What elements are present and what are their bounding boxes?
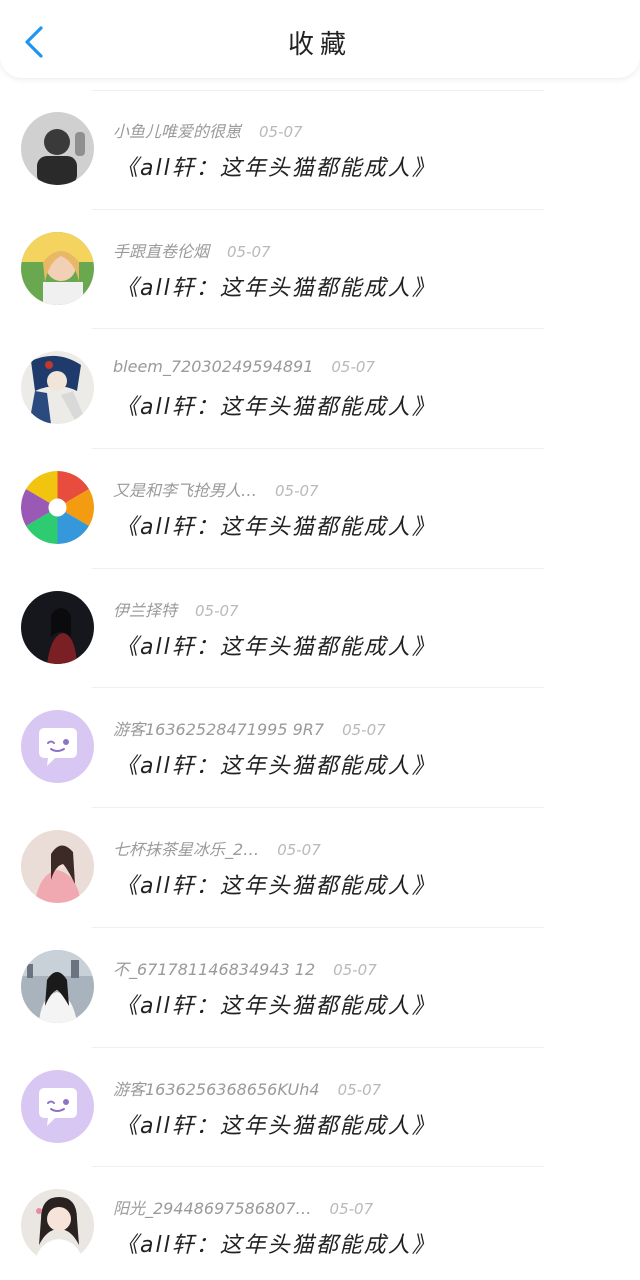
book-title[interactable]: 《all轩：这年头猫都能成人》	[116, 389, 436, 421]
book-title[interactable]: 《all轩：这年头猫都能成人》	[116, 1227, 436, 1259]
timestamp: 05-07	[195, 601, 239, 620]
username: 游客16362528471995 9R7	[113, 720, 325, 740]
book-title[interactable]: 《all轩：这年头猫都能成人》	[116, 270, 436, 302]
book-title[interactable]: 《all轩：这年头猫都能成人》	[116, 748, 436, 780]
timestamp: 05-07	[227, 242, 271, 261]
timestamp: 05-07	[259, 123, 303, 141]
item-meta: 又是和李飞抢男人… 05-07	[113, 477, 319, 501]
list-item[interactable]: 不_671781146834943 12 05-07 《all轩：这年头猫都能成人…	[0, 928, 640, 1048]
avatar[interactable]	[21, 231, 94, 305]
username: 小鱼儿唯爱的很崽	[113, 122, 242, 141]
username: 七杯抹茶星冰乐_2…	[113, 840, 260, 860]
avatar[interactable]	[21, 112, 94, 185]
avatar[interactable]	[21, 710, 94, 784]
favorites-list: 小鱼儿唯爱的很崽 05-07 《all轩：这年头猫都能成人》 手跟直卷伦烟 05-0…	[0, 90, 640, 1280]
avatar[interactable]	[21, 351, 94, 425]
item-meta: bleem_72030249594891 05-07	[113, 357, 375, 376]
avatar[interactable]	[21, 830, 94, 904]
avatar[interactable]	[21, 471, 94, 545]
list-item[interactable]: 阳光_29448697586807… 05-07 《all轩：这年头猫都能成人》	[0, 1167, 640, 1280]
list-item[interactable]: 又是和李飞抢男人… 05-07 《all轩：这年头猫都能成人》	[0, 449, 640, 569]
book-title[interactable]: 《all轩：这年头猫都能成人》	[116, 1108, 436, 1140]
username: 伊兰择特	[113, 600, 178, 620]
book-title[interactable]: 《all轩：这年头猫都能成人》	[116, 868, 436, 900]
book-title[interactable]: 《all轩：这年头猫都能成人》	[116, 509, 436, 541]
timestamp: 05-07	[337, 1080, 382, 1099]
item-meta: 阳光_29448697586807… 05-07	[113, 1195, 373, 1219]
timestamp: 05-07	[331, 358, 375, 377]
timestamp: 05-07	[333, 960, 377, 979]
username: 手跟直卷伦烟	[113, 241, 210, 261]
list-item[interactable]: 游客1636256368656KUh4 05-07 《all轩：这年头猫都能成人》	[0, 1048, 640, 1168]
page-title: 收藏	[287, 30, 352, 60]
username: bleem_72030249594891	[113, 357, 314, 377]
item-meta: 小鱼儿唯爱的很崽 05-07	[113, 118, 303, 142]
username: 游客1636256368656KUh4	[113, 1079, 320, 1099]
avatar[interactable]	[21, 590, 94, 664]
timestamp: 05-07	[275, 482, 319, 501]
item-meta: 伊兰择特 05-07	[113, 597, 239, 621]
list-item[interactable]: 伊兰择特 05-07 《all轩：这年头猫都能成人》	[0, 569, 640, 689]
timestamp: 05-07	[342, 721, 386, 740]
book-title[interactable]: 《all轩：这年头猫都能成人》	[116, 629, 436, 661]
avatar[interactable]	[21, 949, 94, 1023]
avatar[interactable]	[21, 1189, 94, 1263]
item-meta: 不_671781146834943 12 05-07	[113, 956, 377, 980]
username: 不_671781146834943 12	[113, 959, 316, 979]
top-bar: 收藏	[0, 0, 640, 78]
list-item[interactable]: 手跟直卷伦烟 05-07 《all轩：这年头猫都能成人》	[0, 210, 640, 330]
username: 又是和李飞抢男人…	[113, 481, 258, 501]
timestamp: 05-07	[329, 1200, 374, 1219]
list-item[interactable]: 游客16362528471995 9R7 05-07 《all轩：这年头猫都能成人…	[0, 688, 640, 809]
username: 阳光_29448697586807…	[113, 1199, 312, 1219]
timestamp: 05-07	[277, 841, 321, 860]
item-meta: 手跟直卷伦烟 05-07	[113, 238, 271, 262]
list-item[interactable]: 七杯抹茶星冰乐_2… 05-07 《all轩：这年头猫都能成人》	[0, 808, 640, 928]
item-meta: 七杯抹茶星冰乐_2… 05-07	[113, 836, 321, 860]
book-title[interactable]: 《all轩：这年头猫都能成人》	[116, 988, 436, 1020]
list-item[interactable]: 小鱼儿唯爱的很崽 05-07 《all轩：这年头猫都能成人》	[0, 90, 640, 210]
book-title[interactable]: 《all轩：这年头猫都能成人》	[116, 150, 436, 182]
item-meta: 游客16362528471995 9R7 05-07	[113, 716, 386, 740]
list-item[interactable]: bleem_72030249594891 05-07 《all轩：这年头猫都能成人…	[0, 329, 640, 450]
avatar[interactable]	[21, 1069, 94, 1143]
item-meta: 游客1636256368656KUh4 05-07	[113, 1076, 381, 1100]
